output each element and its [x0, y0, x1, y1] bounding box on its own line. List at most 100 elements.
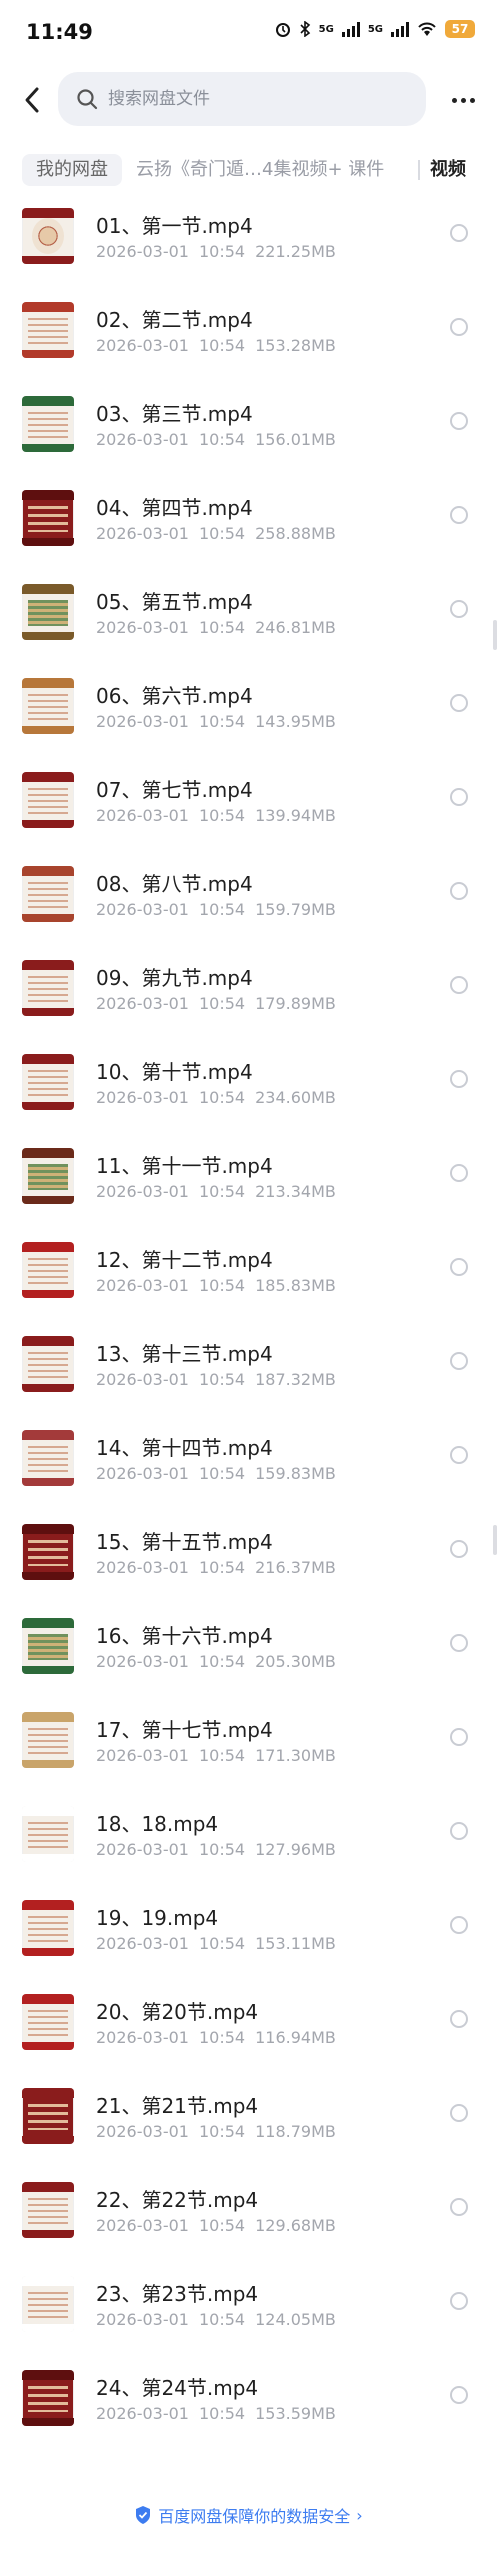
- select-radio[interactable]: [450, 882, 468, 900]
- select-radio[interactable]: [450, 976, 468, 994]
- select-radio[interactable]: [450, 412, 468, 430]
- select-radio[interactable]: [450, 1352, 468, 1370]
- video-thumbnail: [22, 208, 74, 264]
- video-thumbnail: [22, 1430, 74, 1486]
- more-button[interactable]: [445, 80, 481, 120]
- file-row[interactable]: 18、18.mp4 2026-03-01 10:54 127.96MB: [0, 1794, 497, 1888]
- thumbnail-band: [22, 2136, 74, 2144]
- select-radio[interactable]: [450, 2198, 468, 2216]
- file-meta: 2026-03-01 10:54 124.05MB: [96, 2310, 346, 2329]
- file-meta: 2026-03-01 10:54 127.96MB: [96, 1840, 346, 1859]
- video-thumbnail: [22, 584, 74, 640]
- status-time: 11:49: [26, 20, 93, 44]
- select-radio[interactable]: [450, 1634, 468, 1652]
- file-row[interactable]: 15、第十五节.mp4 2026-03-01 10:54 216.37MB: [0, 1512, 497, 1606]
- file-row[interactable]: 06、第六节.mp4 2026-03-01 10:54 143.95MB: [0, 666, 497, 760]
- select-radio[interactable]: [450, 1540, 468, 1558]
- thumbnail-band: [22, 1524, 74, 1534]
- file-row[interactable]: 13、第十三节.mp4 2026-03-01 10:54 187.32MB: [0, 1324, 497, 1418]
- file-size: 116.94MB: [255, 2028, 336, 2047]
- thumbnail-band: [22, 490, 74, 500]
- file-name: 05、第五节.mp4: [96, 590, 253, 614]
- select-radio[interactable]: [450, 2292, 468, 2310]
- file-row[interactable]: 11、第十一节.mp4 2026-03-01 10:54 213.34MB: [0, 1136, 497, 1230]
- thumbnail-band: [22, 1430, 74, 1440]
- select-radio[interactable]: [450, 1446, 468, 1464]
- select-radio[interactable]: [450, 694, 468, 712]
- file-row[interactable]: 14、第十四节.mp4 2026-03-01 10:54 159.83MB: [0, 1418, 497, 1512]
- file-date: 2026-03-01: [96, 524, 189, 543]
- back-button[interactable]: [14, 80, 50, 120]
- select-radio[interactable]: [450, 1164, 468, 1182]
- file-meta: 2026-03-01 10:54 153.59MB: [96, 2404, 346, 2423]
- search-box[interactable]: [58, 72, 426, 126]
- breadcrumb-folder[interactable]: 云扬《奇门遁…4集视频+ 课件: [136, 154, 416, 186]
- thumbnail-content: [28, 2198, 68, 2224]
- file-name: 11、第十一节.mp4: [96, 1154, 273, 1178]
- search-input[interactable]: [108, 72, 408, 126]
- thumbnail-band: [22, 960, 74, 970]
- video-thumbnail: [22, 2370, 74, 2426]
- select-radio[interactable]: [450, 224, 468, 242]
- network-label-1: 5G: [318, 23, 334, 35]
- security-footer[interactable]: 百度网盘保障你的数据安全 ›: [0, 2500, 497, 2530]
- file-date: 2026-03-01: [96, 1088, 189, 1107]
- select-radio[interactable]: [450, 2386, 468, 2404]
- file-row[interactable]: 01、第一节.mp4 2026-03-01 10:54 221.25MB: [0, 196, 497, 290]
- file-row[interactable]: 09、第九节.mp4 2026-03-01 10:54 179.89MB: [0, 948, 497, 1042]
- file-size: 143.95MB: [255, 712, 336, 731]
- file-row[interactable]: 08、第八节.mp4 2026-03-01 10:54 159.79MB: [0, 854, 497, 948]
- select-radio[interactable]: [450, 1822, 468, 1840]
- video-thumbnail: [22, 1524, 74, 1580]
- file-date: 2026-03-01: [96, 1182, 189, 1201]
- select-radio[interactable]: [450, 1728, 468, 1746]
- select-radio[interactable]: [450, 1258, 468, 1276]
- select-radio[interactable]: [450, 1916, 468, 1934]
- thumbnail-band: [22, 1666, 74, 1674]
- thumbnail-content: [28, 694, 68, 720]
- file-row[interactable]: 05、第五节.mp4 2026-03-01 10:54 246.81MB: [0, 572, 497, 666]
- thumbnail-content: [28, 1070, 68, 1096]
- select-radio[interactable]: [450, 1070, 468, 1088]
- file-row[interactable]: 20、第20节.mp4 2026-03-01 10:54 116.94MB: [0, 1982, 497, 2076]
- file-row[interactable]: 16、第十六节.mp4 2026-03-01 10:54 205.30MB: [0, 1606, 497, 1700]
- thumbnail-band: [22, 2042, 74, 2050]
- file-row[interactable]: 17、第十七节.mp4 2026-03-01 10:54 171.30MB: [0, 1700, 497, 1794]
- file-row[interactable]: 07、第七节.mp4 2026-03-01 10:54 139.94MB: [0, 760, 497, 854]
- file-row[interactable]: 12、第十二节.mp4 2026-03-01 10:54 185.83MB: [0, 1230, 497, 1324]
- file-size: 171.30MB: [255, 1746, 336, 1765]
- breadcrumb-root[interactable]: 我的网盘: [22, 154, 122, 186]
- more-dot-icon: [469, 97, 475, 103]
- select-radio[interactable]: [450, 788, 468, 806]
- file-size: 185.83MB: [255, 1276, 336, 1295]
- file-row[interactable]: 04、第四节.mp4 2026-03-01 10:54 258.88MB: [0, 478, 497, 572]
- select-radio[interactable]: [450, 2104, 468, 2122]
- file-name: 24、第24节.mp4: [96, 2376, 259, 2400]
- file-name: 18、18.mp4: [96, 1812, 219, 1836]
- file-name: 13、第十三节.mp4: [96, 1342, 273, 1366]
- select-radio[interactable]: [450, 506, 468, 524]
- file-date: 2026-03-01: [96, 1464, 189, 1483]
- thumbnail-band: [22, 2230, 74, 2238]
- scroll-indicator[interactable]: [493, 620, 497, 650]
- battery-indicator: 57: [445, 20, 475, 38]
- file-row[interactable]: 02、第二节.mp4 2026-03-01 10:54 153.28MB: [0, 290, 497, 384]
- file-row[interactable]: 19、19.mp4 2026-03-01 10:54 153.11MB: [0, 1888, 497, 1982]
- scroll-indicator[interactable]: [493, 1525, 497, 1555]
- file-row[interactable]: 03、第三节.mp4 2026-03-01 10:54 156.01MB: [0, 384, 497, 478]
- select-radio[interactable]: [450, 600, 468, 618]
- thumbnail-band: [22, 2182, 74, 2192]
- thumbnail-content: [28, 318, 68, 344]
- thumbnail-band: [22, 1948, 74, 1956]
- file-row[interactable]: 22、第22节.mp4 2026-03-01 10:54 129.68MB: [0, 2170, 497, 2264]
- file-row[interactable]: 10、第十节.mp4 2026-03-01 10:54 234.60MB: [0, 1042, 497, 1136]
- thumbnail-band: [22, 632, 74, 640]
- file-row[interactable]: 24、第24节.mp4 2026-03-01 10:54 153.59MB: [0, 2358, 497, 2452]
- select-radio[interactable]: [450, 318, 468, 336]
- select-radio[interactable]: [450, 2010, 468, 2028]
- file-row[interactable]: 23、第23节.mp4 2026-03-01 10:54 124.05MB: [0, 2264, 497, 2358]
- file-meta: 2026-03-01 10:54 116.94MB: [96, 2028, 346, 2047]
- file-date: 2026-03-01: [96, 430, 189, 449]
- video-thumbnail: [22, 772, 74, 828]
- file-row[interactable]: 21、第21节.mp4 2026-03-01 10:54 118.79MB: [0, 2076, 497, 2170]
